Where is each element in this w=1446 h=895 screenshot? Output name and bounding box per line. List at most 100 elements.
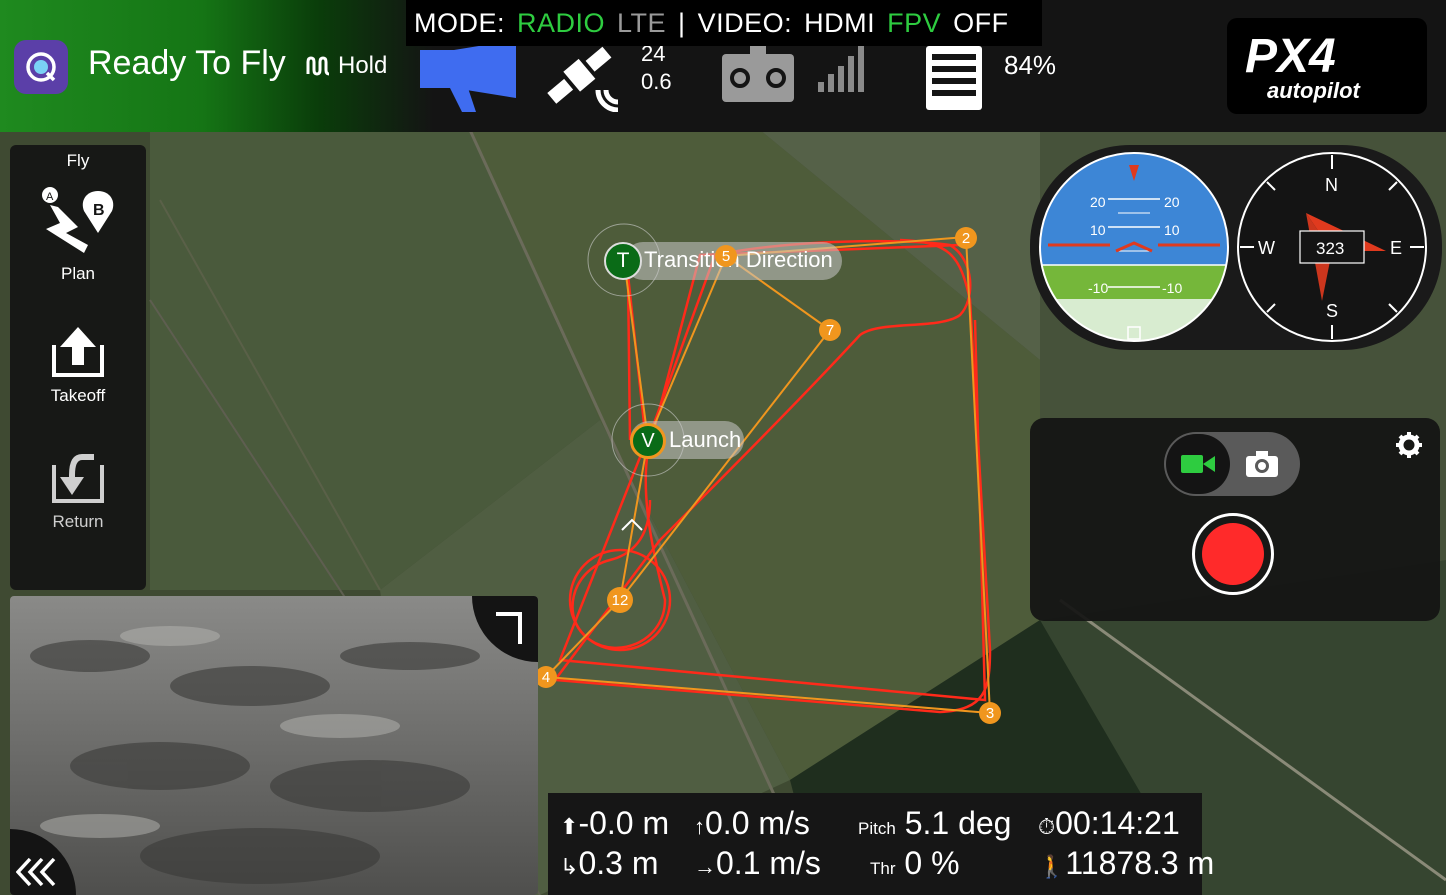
takeoff-button[interactable]: Takeoff	[10, 325, 146, 406]
gps-satellite-icon[interactable]	[540, 40, 636, 112]
mode-label: MODE:	[414, 7, 506, 38]
takeoff-label: Takeoff	[50, 386, 106, 405]
throttle-label: Thr	[870, 859, 896, 878]
vertical-speed-value: ↑0.0 m/s	[694, 805, 810, 841]
pitch-mark-20-right: 20	[1164, 194, 1180, 210]
transition-marker[interactable]: T	[604, 242, 642, 280]
px4-wordmark: PX4	[1245, 30, 1336, 83]
compass-indicator: N S E W 323	[1237, 152, 1427, 342]
flight-mode-label: Hold	[338, 52, 388, 79]
gps-hdop: 0.6	[641, 69, 672, 94]
qgc-logo-icon	[26, 52, 56, 82]
timer-icon: ⏱	[1038, 814, 1056, 839]
mode-banner: MODE: RADIO LTE | VIDEO: HDMI FPV OFF	[406, 0, 1042, 46]
expand-corner-icon	[496, 612, 522, 644]
px4-logo: PX4 autopilot	[1227, 18, 1427, 114]
flight-time-value: ⏱00:14:21	[1038, 805, 1180, 841]
vehicle-status[interactable]: Ready To Fly	[88, 44, 286, 83]
compass-e: E	[1390, 238, 1402, 258]
plan-label: Plan	[60, 264, 96, 283]
waypoint-3-label: 3	[985, 704, 995, 722]
ground-speed-icon: →	[694, 854, 716, 879]
record-indicator	[1202, 523, 1264, 585]
megaphone-icon[interactable]	[416, 40, 520, 114]
fly-toolbar: Fly A B Plan Takeoff Return	[10, 145, 146, 590]
svg-text:B: B	[93, 202, 105, 219]
pitch-label: Pitch	[858, 819, 896, 838]
telemetry-panel: ⬆-0.0 m ↑0.0 m/s Pitch 5.1 deg ⏱00:14:21…	[548, 793, 1214, 895]
attitude-indicator: 20 20 10 10 -10 -10	[1039, 152, 1229, 342]
instrument-panel: 20 20 10 10 -10 -10 N S E W 323	[1030, 145, 1442, 350]
waypoint-5-label: 5	[721, 247, 731, 265]
pitch-mark-20-left: 20	[1090, 194, 1106, 210]
video-off[interactable]: OFF	[953, 8, 1009, 39]
video-feed[interactable]	[10, 596, 538, 895]
vehicle-marker[interactable]: V	[630, 423, 666, 459]
pitch-mark-10-left: 10	[1090, 222, 1106, 238]
pitch-mark-minus10-left: -10	[1088, 280, 1108, 296]
battery-percent: 84%	[1004, 50, 1057, 80]
video-mode-button[interactable]	[1166, 434, 1230, 494]
altitude-value: ⬆-0.0 m	[560, 805, 670, 841]
waypoint-3[interactable]: 3	[979, 702, 1001, 724]
pitch-mark-minus10-right: -10	[1162, 280, 1182, 296]
compass-s: S	[1326, 301, 1338, 321]
gps-status: 24 0.6	[641, 40, 672, 96]
plan-route-icon: A B	[42, 187, 114, 253]
video-hdmi[interactable]: HDMI	[804, 8, 875, 39]
chevrons-left-icon	[16, 857, 56, 887]
throttle-value: Thr 0 %	[870, 845, 960, 881]
total-distance-value: 🚶11878.3 m	[1038, 845, 1215, 881]
photo-mode-button[interactable]	[1244, 446, 1280, 482]
waypoint-4-label: 4	[541, 668, 551, 686]
toolbar-header-fly[interactable]: Fly	[10, 151, 146, 171]
flight-mode-selector[interactable]: Hold	[306, 52, 387, 80]
pitch-mark-10-right: 10	[1164, 222, 1180, 238]
launch-label: Launch	[669, 427, 742, 452]
px4-autopilot-logo-icon: PX4 autopilot	[1245, 30, 1362, 103]
waypoint-4[interactable]: 4	[535, 666, 557, 688]
mode-lte[interactable]: LTE	[617, 8, 666, 39]
camera-settings-gear-icon[interactable]	[1396, 432, 1422, 458]
vertical-speed-icon: ↑	[694, 814, 705, 839]
video-camera-icon	[1181, 455, 1215, 473]
walker-icon: 🚶	[1038, 854, 1066, 879]
compass-n: N	[1325, 175, 1338, 195]
distance-icon: ↳	[560, 854, 579, 879]
waypoint-7[interactable]: 7	[819, 319, 841, 341]
battery-icon[interactable]	[924, 40, 984, 112]
vehicle-marker-letter: V	[641, 429, 655, 452]
pitch-value: Pitch 5.1 deg	[858, 805, 1012, 841]
distance-value: ↳0.3 m	[560, 845, 659, 881]
waypoint-5[interactable]: 5	[715, 245, 737, 267]
waypoint-12-label: 12	[611, 591, 629, 609]
waypoint-2[interactable]: 2	[955, 227, 977, 249]
rc-controller-icon[interactable]	[722, 46, 794, 102]
return-label: Return	[52, 512, 104, 531]
camera-mode-toggle[interactable]	[1164, 432, 1300, 496]
transition-marker-letter: T	[616, 249, 630, 272]
waypoint-2-label: 2	[961, 229, 971, 247]
px4-subtext: autopilot	[1267, 78, 1362, 103]
transition-direction-label: Transition Direction	[644, 247, 833, 272]
photo-camera-icon	[1246, 451, 1278, 477]
app-icon[interactable]	[14, 40, 68, 94]
plan-button[interactable]: A B Plan	[10, 183, 146, 284]
svg-text:A: A	[46, 191, 54, 203]
waypoint-12[interactable]: 12	[607, 587, 633, 613]
return-button[interactable]: Return	[10, 451, 146, 532]
flight-mode-icon	[306, 56, 330, 76]
takeoff-icon	[52, 327, 104, 377]
record-button[interactable]	[1192, 513, 1274, 595]
compass-heading: 323	[1316, 239, 1344, 258]
video-frame	[10, 596, 538, 895]
video-fpv[interactable]: FPV	[887, 8, 941, 39]
mode-separator: |	[678, 7, 686, 38]
return-icon	[52, 454, 104, 503]
camera-panel	[1030, 418, 1440, 621]
signal-strength-icon[interactable]	[818, 46, 872, 92]
mode-radio[interactable]: RADIO	[517, 8, 605, 39]
compass-w: W	[1258, 238, 1275, 258]
ground-speed-value: →0.1 m/s	[694, 845, 821, 881]
altitude-arrow-icon: ⬆	[560, 814, 579, 839]
